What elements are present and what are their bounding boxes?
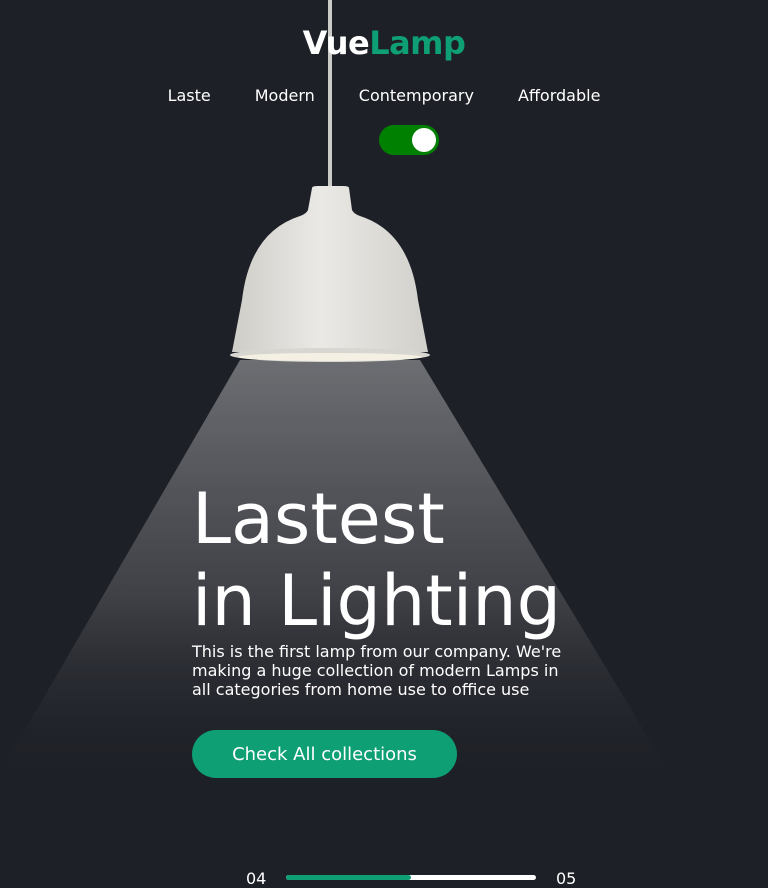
brand-logo-part2: Lamp [369, 24, 466, 62]
brand-logo-part1: Vue [302, 24, 370, 62]
slide-pager: 04 05 [0, 868, 768, 888]
nav-item-contemporary[interactable]: Contemporary [359, 86, 474, 105]
category-nav: Laste Modern Contemporary Affordable [0, 86, 768, 105]
hero-title-line1: Lastest [192, 478, 445, 560]
current-slide-number: 04 [246, 869, 267, 888]
hero-description: This is the first lamp from our company.… [192, 642, 562, 699]
hero-title-line2: in Lighting [192, 560, 562, 642]
slide-progress-track[interactable] [286, 875, 536, 880]
nav-item-affordable[interactable]: Affordable [518, 86, 600, 105]
page: VueLamp Laste Modern Contemporary Afford… [0, 0, 768, 888]
total-slides-number: 05 [556, 869, 577, 888]
hero-title: Lastest in Lighting [192, 478, 561, 642]
nav-item-modern[interactable]: Modern [255, 86, 315, 105]
check-collections-button[interactable]: Check All collections [192, 730, 457, 778]
toggle-knob [412, 128, 436, 152]
light-toggle[interactable] [379, 125, 439, 155]
slide-progress-fill [286, 875, 411, 880]
brand-logo[interactable]: VueLamp [0, 24, 768, 62]
nav-item-laste[interactable]: Laste [168, 86, 211, 105]
